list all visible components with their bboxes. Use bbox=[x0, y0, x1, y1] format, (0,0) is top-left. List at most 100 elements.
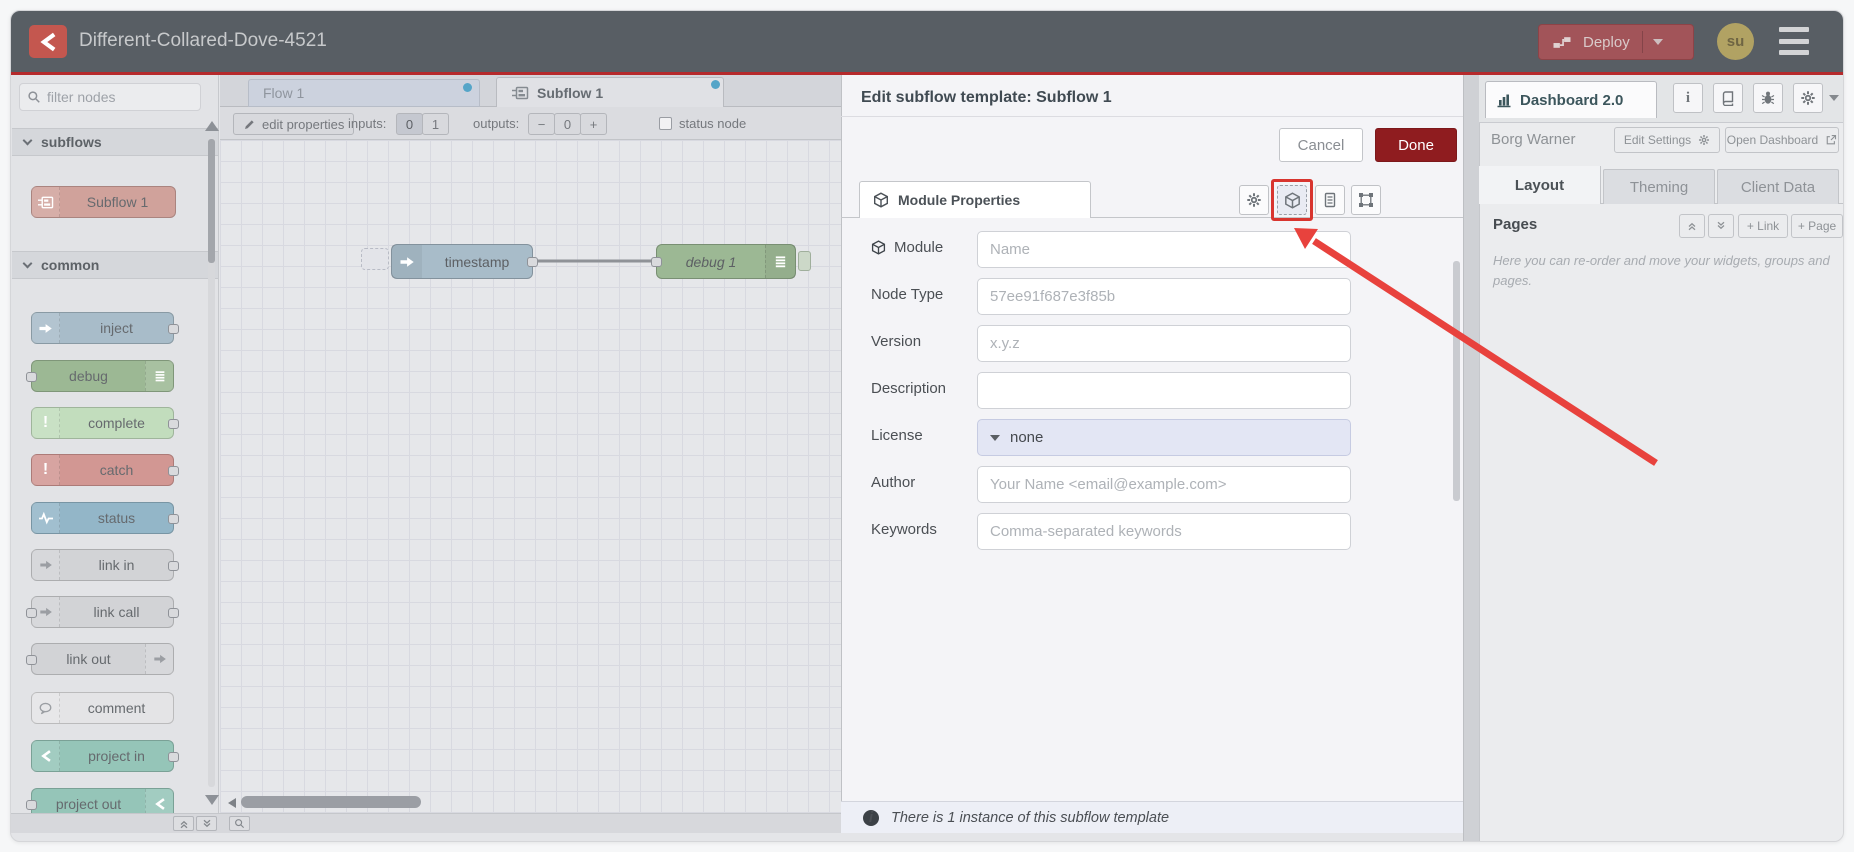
status-pulse-icon bbox=[32, 503, 60, 533]
palette-filter[interactable] bbox=[19, 83, 201, 111]
palette-node-link-call[interactable]: link call bbox=[26, 596, 179, 628]
add-link-button[interactable]: + Link bbox=[1738, 214, 1788, 238]
tab-module-properties[interactable]: Module Properties bbox=[859, 181, 1091, 218]
deploy-button[interactable]: Deploy bbox=[1538, 24, 1694, 60]
inputs-0-button[interactable]: 0 bbox=[396, 113, 423, 135]
pages-help-text: Here you can re-order and move your widg… bbox=[1493, 253, 1830, 289]
flow-canvas[interactable] bbox=[220, 140, 841, 813]
palette-section-common[interactable]: common bbox=[12, 251, 218, 279]
hscroll-thumb[interactable] bbox=[241, 796, 421, 808]
deploy-divider bbox=[1641, 31, 1643, 53]
node-port bbox=[168, 561, 179, 571]
description-input[interactable] bbox=[977, 372, 1351, 409]
palette-scroll-up-icon[interactable] bbox=[205, 121, 219, 131]
canvas-node-debug-1[interactable]: debug 1 bbox=[651, 244, 796, 279]
chevron-down-icon bbox=[22, 258, 33, 269]
dialog-title: Edit subflow template: Subflow 1 bbox=[861, 89, 1112, 106]
cancel-button[interactable]: Cancel bbox=[1279, 128, 1363, 162]
sidebar-caret-icon[interactable] bbox=[1829, 95, 1839, 101]
inputs-label: inputs: bbox=[348, 116, 387, 131]
node-type-input[interactable] bbox=[977, 278, 1351, 315]
palette-node-catch[interactable]: ! catch bbox=[31, 454, 179, 486]
debug-enable-toggle[interactable] bbox=[798, 251, 811, 271]
palette-collapse-all-button[interactable] bbox=[173, 816, 194, 831]
outputs-plus-button[interactable]: + bbox=[580, 113, 607, 135]
palette-node-link-out[interactable]: link out bbox=[26, 643, 174, 675]
tab-client-data[interactable]: Client Data bbox=[1717, 169, 1839, 204]
dialog-divider bbox=[841, 116, 1463, 117]
modified-dot bbox=[711, 80, 720, 89]
description-button[interactable] bbox=[1315, 185, 1345, 215]
subflow-properties-button[interactable] bbox=[1239, 185, 1269, 215]
palette-node-comment[interactable]: comment bbox=[31, 692, 174, 724]
debug-list-icon bbox=[765, 245, 795, 278]
palette-node-complete[interactable]: ! complete bbox=[31, 407, 179, 439]
palette-node-status[interactable]: status bbox=[31, 502, 179, 534]
node-red-logo-icon bbox=[29, 25, 67, 58]
outputs-count: 0 bbox=[554, 113, 581, 135]
open-dashboard-button[interactable]: Open Dashboard bbox=[1725, 127, 1839, 153]
subflow-icon bbox=[511, 85, 529, 101]
palette-node-subflow-1[interactable]: Subflow 1 bbox=[31, 186, 176, 218]
wire[interactable] bbox=[527, 255, 663, 267]
config-tab-button[interactable] bbox=[1793, 83, 1823, 113]
tab-theming[interactable]: Theming bbox=[1603, 169, 1715, 204]
pencil-icon bbox=[243, 118, 256, 131]
palette-scroll-down-icon[interactable] bbox=[205, 795, 219, 805]
input-port[interactable] bbox=[651, 257, 662, 267]
tab-subflow-1[interactable]: Subflow 1 bbox=[496, 77, 724, 108]
palette-node-project-in[interactable]: project in bbox=[31, 740, 179, 772]
subflow-icon bbox=[32, 187, 60, 217]
keywords-label: Keywords bbox=[871, 521, 937, 538]
output-port[interactable] bbox=[527, 257, 538, 267]
tab-dashboard-2[interactable]: Dashboard 2.0 bbox=[1485, 81, 1657, 118]
workspace-footer bbox=[11, 813, 841, 833]
node-port bbox=[168, 752, 179, 762]
module-properties-button[interactable] bbox=[1277, 185, 1307, 215]
palette-expand-all-button[interactable] bbox=[196, 816, 217, 831]
inputs-1-button[interactable]: 1 bbox=[422, 113, 449, 135]
debug-tab-button[interactable] bbox=[1753, 83, 1783, 113]
tab-flow-1[interactable]: Flow 1 bbox=[248, 79, 480, 107]
license-select[interactable]: none bbox=[977, 419, 1351, 456]
palette-node-link-in[interactable]: link in bbox=[31, 549, 179, 581]
tab-layout[interactable]: Layout bbox=[1479, 166, 1601, 204]
hscroll-left-icon[interactable] bbox=[228, 798, 236, 808]
external-link-icon bbox=[1825, 134, 1837, 146]
palette-node-inject[interactable]: inject bbox=[31, 312, 179, 344]
modified-dot bbox=[463, 83, 472, 92]
description-label: Description bbox=[871, 380, 947, 397]
filter-nodes-input[interactable] bbox=[47, 89, 177, 105]
node-port bbox=[168, 514, 179, 524]
done-button[interactable]: Done bbox=[1375, 128, 1457, 162]
help-tab-button[interactable] bbox=[1713, 83, 1743, 113]
canvas-node-timestamp[interactable]: timestamp bbox=[391, 244, 538, 279]
status-node-checkbox[interactable] bbox=[659, 117, 672, 130]
debug-list-icon bbox=[145, 361, 173, 391]
edit-properties-button[interactable]: edit properties bbox=[233, 113, 355, 135]
palette-scrollbar-thumb[interactable] bbox=[208, 139, 215, 263]
version-input[interactable] bbox=[977, 325, 1351, 362]
canvas-zoom-button[interactable] bbox=[229, 816, 250, 831]
panel-splitter[interactable] bbox=[1463, 75, 1479, 841]
node-port bbox=[168, 608, 179, 618]
user-avatar[interactable]: su bbox=[1717, 23, 1754, 60]
add-page-button[interactable]: + Page bbox=[1791, 214, 1843, 238]
author-input[interactable] bbox=[977, 466, 1351, 503]
module-input[interactable] bbox=[977, 231, 1351, 268]
deploy-label: Deploy bbox=[1583, 33, 1630, 51]
gear-icon bbox=[1246, 192, 1262, 208]
appearance-button[interactable] bbox=[1351, 185, 1381, 215]
palette-node-debug[interactable]: debug bbox=[26, 360, 174, 392]
main-menu-button[interactable] bbox=[1779, 27, 1809, 55]
deploy-caret-icon[interactable] bbox=[1652, 39, 1663, 45]
edit-settings-button[interactable]: Edit Settings bbox=[1614, 127, 1720, 153]
info-tab-button[interactable]: i bbox=[1673, 83, 1703, 113]
move-up-button[interactable] bbox=[1679, 214, 1705, 238]
keywords-input[interactable] bbox=[977, 513, 1351, 550]
palette-section-subflows[interactable]: subflows bbox=[12, 128, 218, 156]
chevron-down-icon bbox=[22, 135, 33, 146]
move-down-button[interactable] bbox=[1708, 214, 1734, 238]
dialog-scrollbar-thumb[interactable] bbox=[1453, 261, 1460, 501]
outputs-minus-button[interactable]: − bbox=[528, 113, 555, 135]
